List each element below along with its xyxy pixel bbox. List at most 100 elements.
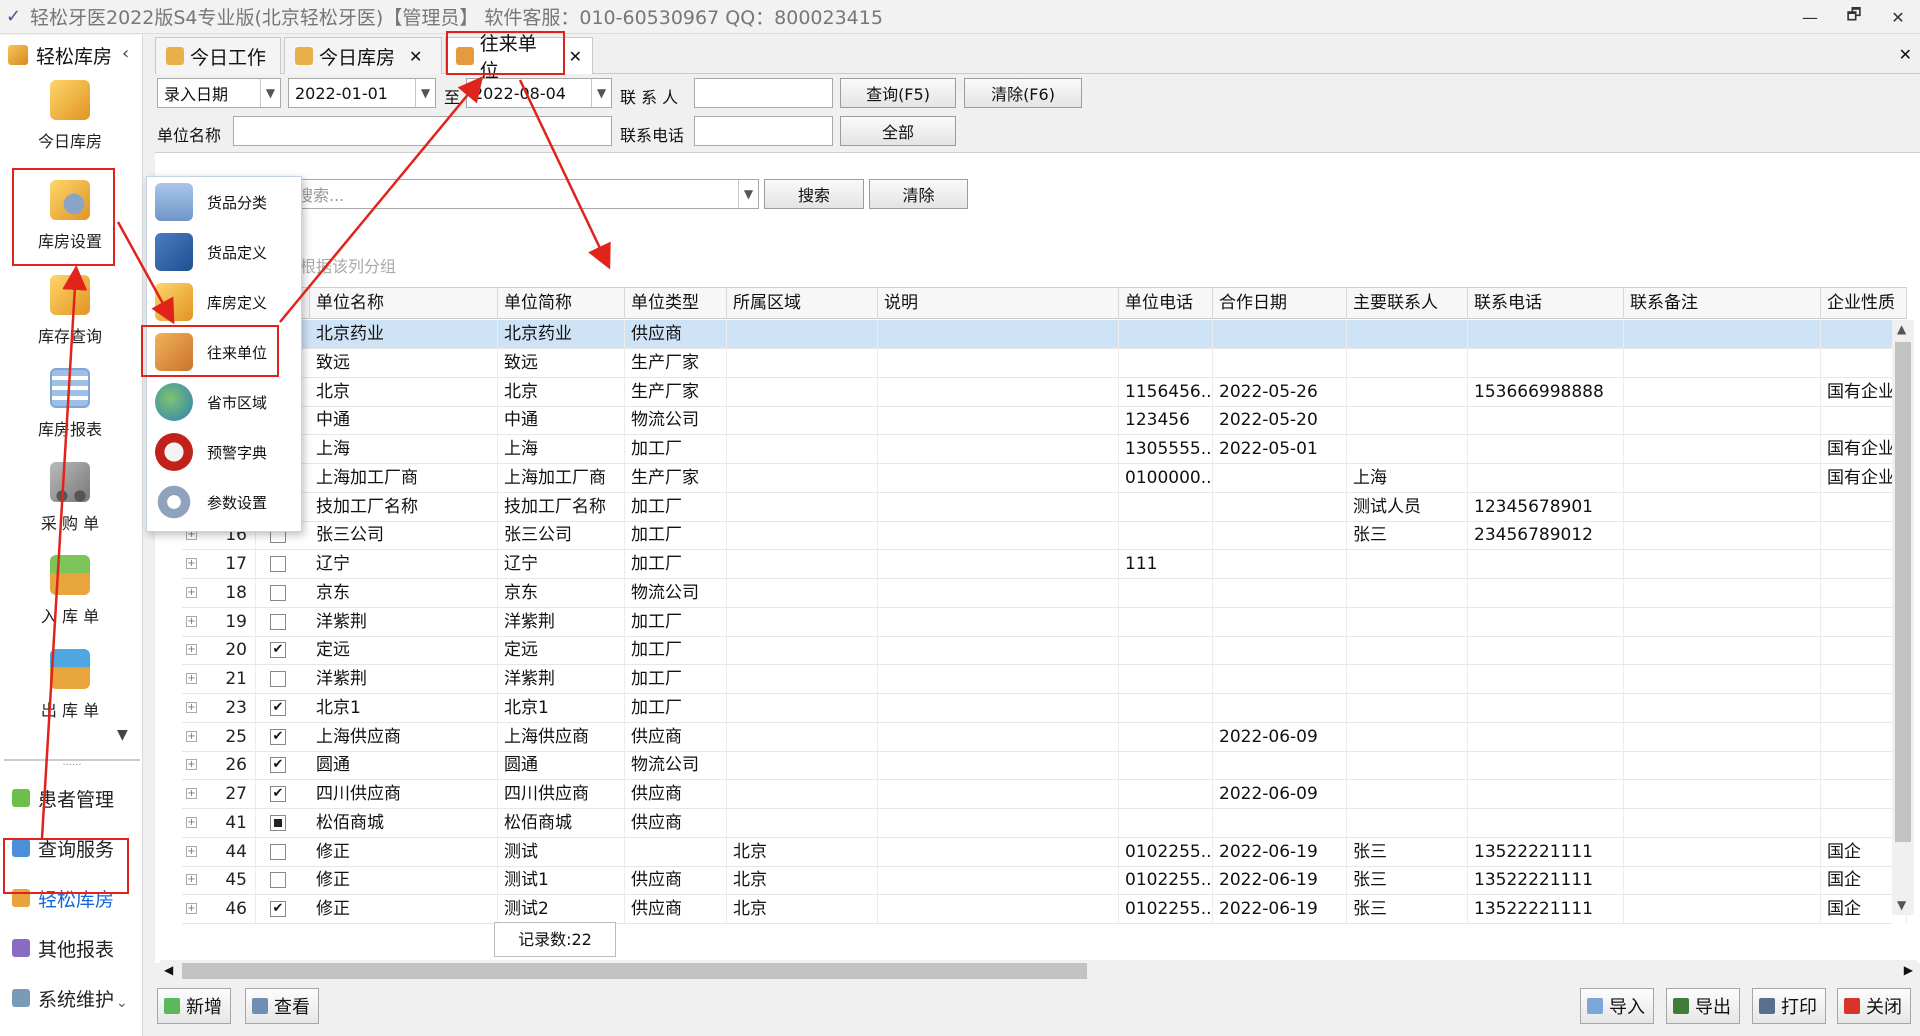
column-header[interactable]: 单位类型 [625, 288, 727, 319]
menu-item-partner-units[interactable]: 往来单位 [147, 327, 301, 377]
horizontal-scroll-thumb[interactable] [182, 963, 1087, 979]
sidebar-header[interactable]: 轻松库房 ‹ [0, 35, 142, 75]
clear-button[interactable]: 清除(F6) [964, 78, 1082, 108]
print-button[interactable]: 打印 [1752, 988, 1826, 1024]
table-row[interactable]: +技加工厂名称技加工厂名称加工厂测试人员12345678901 [182, 492, 1907, 522]
table-row[interactable]: +17 辽宁 辽宁 加工厂 111 [182, 550, 1907, 579]
table-row[interactable]: +25上海供应商上海供应商供应商2022-06-09 [182, 722, 1907, 752]
contact-input[interactable] [694, 78, 833, 108]
sidebar-item-today-warehouse[interactable]: 今日库房 [0, 80, 140, 152]
column-header[interactable]: 企业性质 [1821, 288, 1907, 319]
chevron-down-icon[interactable]: ▼ [260, 79, 280, 107]
sidebar-item-warehouse-report[interactable]: 库房报表 [0, 368, 140, 440]
scroll-down-icon[interactable]: ▼ [1897, 898, 1906, 912]
module-query-service[interactable]: 查询服务 [0, 827, 140, 869]
column-header[interactable]: 主要联系人 [1347, 288, 1468, 319]
menu-item-product-category[interactable]: 货品分类 [147, 177, 301, 227]
table-row[interactable]: +44 修正 测试 北京 0102255... 2022-06-19 张三 135222211… [182, 837, 1907, 867]
collapse-chevron-icon[interactable]: ‹ [122, 43, 129, 64]
tab-today-work[interactable]: 今日工作 [155, 37, 281, 74]
restore-button[interactable]: 🗗 [1832, 0, 1876, 34]
expand-row-icon[interactable]: + [186, 701, 197, 713]
row-checkbox[interactable] [270, 671, 286, 687]
table-row[interactable]: +20定远定远加工厂 [182, 636, 1907, 666]
view-button[interactable]: 查看 [245, 988, 319, 1024]
table-row[interactable]: +北京药业北京药业供应商 [182, 320, 1907, 349]
expand-row-icon[interactable]: + [186, 558, 197, 569]
scroll-right-icon[interactable]: ▶ [1904, 963, 1913, 977]
module-other-reports[interactable]: 其他报表 [0, 927, 140, 969]
import-button[interactable]: 导入 [1580, 988, 1654, 1024]
sidebar-splitter[interactable]: ...... [4, 758, 140, 768]
expand-row-icon[interactable]: + [186, 615, 197, 627]
module-easy-warehouse[interactable]: 轻松库房 [0, 877, 140, 919]
expand-row-icon[interactable]: + [186, 903, 197, 914]
row-checkbox[interactable] [270, 728, 286, 745]
row-checkbox[interactable] [270, 642, 286, 659]
table-row[interactable]: +16 张三公司 张三公司 加工厂 张三 23456789012 [182, 521, 1907, 551]
more-items-arrow-icon[interactable]: ▼ [117, 727, 128, 743]
expand-chevron-icon[interactable]: ⌄ [116, 995, 128, 1011]
row-checkbox[interactable] [270, 786, 286, 802]
vertical-scroll-thumb[interactable] [1895, 342, 1911, 842]
sidebar-item-purchase-order[interactable]: 采 购 单 [0, 462, 140, 534]
sidebar-item-stock-in[interactable]: 入 库 单 [0, 555, 140, 627]
table-row[interactable]: +41 松佰商城 松佰商城 供应商 [182, 808, 1907, 838]
unit-name-input[interactable] [233, 116, 612, 146]
table-row[interactable]: +45 修正 测试1 供应商 北京 0102255... 2022-06-19 张三 13522… [182, 866, 1907, 896]
show-all-button[interactable]: 全部 [840, 116, 956, 146]
grid-search-input[interactable]: 搜索... ▼ [290, 179, 759, 209]
tab-close-icon[interactable]: ✕ [409, 47, 422, 66]
tab-partner-units[interactable]: 往来单位 ✕ [445, 33, 593, 82]
expand-row-icon[interactable]: + [186, 788, 197, 799]
close-button[interactable]: 关闭 [1837, 988, 1911, 1024]
grid-search-clear-button[interactable]: 清除 [869, 179, 968, 209]
table-row[interactable]: +致远致远生产厂家 [182, 348, 1907, 378]
vertical-scrollbar[interactable]: ▲ ▼ [1892, 320, 1914, 915]
add-button[interactable]: 新增 [157, 988, 231, 1024]
expand-row-icon[interactable]: + [186, 730, 197, 742]
row-checkbox[interactable] [270, 872, 286, 889]
table-row[interactable]: +中通中通物流公司1234562022-05-20 [182, 406, 1907, 436]
module-patient-management[interactable]: 患者管理 [0, 777, 140, 819]
column-header[interactable]: 合作日期 [1213, 288, 1347, 319]
table-row[interactable]: +26圆通圆通物流公司 [182, 751, 1907, 781]
expand-row-icon[interactable]: + [186, 845, 197, 857]
row-checkbox[interactable] [270, 584, 286, 601]
table-row[interactable]: +21 洋紫荆 洋紫荆 加工厂 [182, 665, 1907, 694]
column-header[interactable]: 联系备注 [1624, 288, 1821, 319]
expand-row-icon[interactable]: + [186, 586, 197, 598]
row-checkbox[interactable] [270, 613, 286, 630]
expand-row-icon[interactable]: + [186, 673, 197, 684]
row-checkbox[interactable] [270, 699, 286, 716]
menu-item-alert-dictionary[interactable]: 预警字典 [147, 427, 301, 477]
expand-row-icon[interactable]: + [186, 759, 197, 771]
row-checkbox[interactable] [270, 556, 286, 572]
tab-close-icon[interactable]: ✕ [569, 47, 582, 66]
table-row[interactable]: +北京北京生产厂家1156456...2022-05-2615366699888… [182, 377, 1907, 407]
menu-item-warehouse-definition[interactable]: 库房定义 [147, 277, 301, 327]
scroll-up-icon[interactable]: ▲ [1897, 322, 1906, 336]
menu-item-product-definition[interactable]: 货品定义 [147, 227, 301, 277]
column-header[interactable]: 所属区域 [727, 288, 878, 319]
table-row[interactable]: +上海加工厂商上海加工厂商生产厂家0100000...上海国有企业 [182, 463, 1907, 493]
date-from-picker[interactable]: 2022-01-01 ▼ [288, 78, 436, 108]
table-row[interactable]: +27四川供应商四川供应商供应商2022-06-09 [182, 780, 1907, 809]
row-checkbox[interactable] [270, 757, 286, 774]
expand-row-icon[interactable]: + [186, 644, 197, 656]
phone-input[interactable] [694, 116, 833, 146]
grid-search-button[interactable]: 搜索 [764, 179, 864, 209]
date-type-select[interactable]: 录入日期 ▼ [157, 78, 281, 108]
chevron-down-icon[interactable]: ▼ [415, 79, 435, 107]
export-button[interactable]: 导出 [1666, 988, 1740, 1024]
table-row[interactable]: +23北京1北京1加工厂 [182, 693, 1907, 723]
column-header[interactable]: 单位电话 [1119, 288, 1213, 319]
row-checkbox[interactable] [270, 901, 286, 917]
table-row[interactable]: +上海上海加工厂1305555...2022-05-01国有企业 [182, 435, 1907, 464]
table-row[interactable]: +19 洋紫荆 洋紫荆 加工厂 [182, 607, 1907, 637]
expand-row-icon[interactable]: + [186, 816, 197, 828]
menu-item-regions[interactable]: 省市区域 [147, 377, 301, 427]
expand-row-icon[interactable]: + [186, 874, 197, 886]
close-all-tabs-icon[interactable]: ✕ [1899, 45, 1912, 64]
row-checkbox[interactable] [270, 843, 286, 860]
